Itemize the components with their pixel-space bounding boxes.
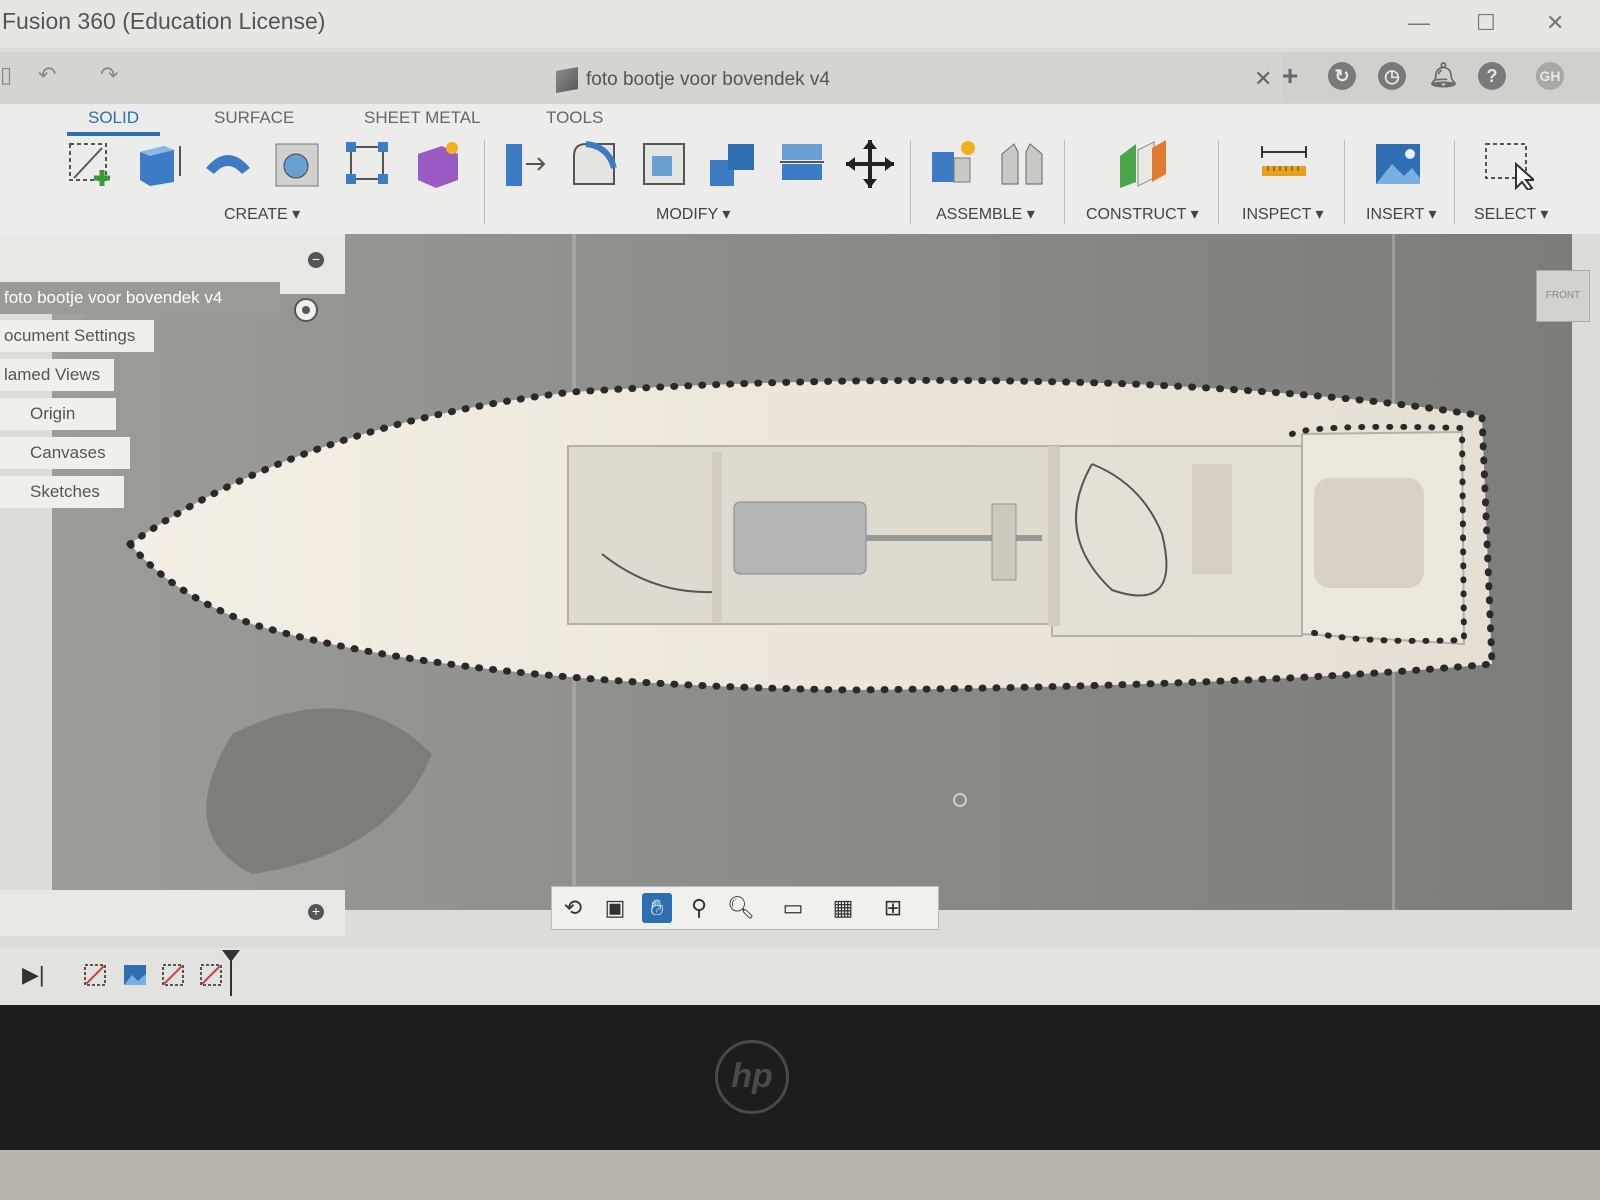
insert-menu[interactable]: INSERT ▾ [1366,204,1437,224]
separator [1344,140,1345,224]
history-icon[interactable]: ◷ [1378,62,1406,90]
browser-item-origin[interactable]: Origin [0,398,116,430]
separator [1454,140,1455,224]
pan-icon[interactable]: ✋︎ [642,893,672,923]
minimize-button[interactable]: — [1408,10,1430,36]
offset-plane-icon[interactable] [1116,138,1168,190]
create-form-icon[interactable] [412,138,464,190]
view-cube[interactable]: FRONT [1536,270,1590,322]
save-icon[interactable]: ▯ [0,62,12,88]
boat-canvas-image [52,234,1496,910]
viewports-icon[interactable]: ⊞ [878,893,908,923]
timeline-canvas-icon[interactable] [122,962,148,988]
timeline-sketch-icon[interactable] [82,962,108,988]
timeline: ▶| [0,948,1600,1005]
grid-snaps-icon[interactable]: ▦ [828,893,858,923]
top-right-icons: + ↻ ◷ 🔔︎ ? GH [1282,52,1600,102]
canvas-viewport[interactable] [52,234,1572,910]
separator [484,140,485,224]
help-icon[interactable]: ? [1478,62,1506,90]
timeline-end-icon[interactable]: ▶| [22,962,45,988]
look-at-icon[interactable]: ▣ [600,893,630,923]
inspect-menu[interactable]: INSPECT ▾ [1242,204,1324,224]
user-avatar[interactable]: GH [1536,62,1564,90]
browser-root-node[interactable]: foto bootje voor bovendek v4 [0,282,280,314]
comments-panel: + [0,890,345,936]
browser-item-document-settings[interactable]: ocument Settings [0,320,154,352]
insert-canvas-icon[interactable] [1372,138,1424,190]
assemble-menu[interactable]: ASSEMBLE ▾ [936,204,1035,224]
fit-icon[interactable]: 🔍︎ [726,893,756,923]
browser-item-canvases[interactable]: Canvases [0,437,130,469]
timeline-sketch-icon[interactable] [198,962,224,988]
tab-solid[interactable]: SOLID [88,108,139,128]
modify-menu[interactable]: MODIFY ▾ [656,204,730,224]
job-status-icon[interactable]: ↻ [1328,62,1356,90]
pattern-icon[interactable] [342,138,394,190]
screen: Fusion 360 (Education License) — ☐ ✕ ▯ ↶… [0,0,1600,1005]
browser-item-named-views[interactable]: lamed Views [0,359,114,391]
construct-menu[interactable]: CONSTRUCT ▾ [1086,204,1199,224]
extrude-icon[interactable] [134,138,186,190]
document-tab-title: foto bootje voor bovendek v4 [586,69,831,90]
notifications-icon[interactable]: 🔔︎ [1428,62,1458,90]
laptop-base [0,1150,1600,1200]
separator [1218,140,1219,224]
maximize-button[interactable]: ☐ [1476,10,1496,36]
close-tab-icon[interactable]: ✕ [1254,66,1272,92]
create-sketch-icon[interactable] [64,138,116,190]
zoom-icon[interactable]: ⚲ [684,893,714,923]
collapse-browser-icon[interactable]: − [308,252,324,268]
press-pull-icon[interactable] [498,138,550,190]
title-bar: Fusion 360 (Education License) — ☐ ✕ [0,0,1600,48]
expand-comments-icon[interactable]: + [308,904,324,920]
activate-component-icon[interactable] [294,298,318,322]
new-component-icon[interactable] [928,138,980,190]
create-menu[interactable]: CREATE ▾ [224,204,300,224]
document-tab[interactable]: foto bootje voor bovendek v4 [556,60,830,100]
hole-icon[interactable] [272,138,324,190]
joint-icon[interactable] [996,138,1048,190]
document-cube-icon [556,67,578,93]
timeline-marker[interactable] [222,948,240,996]
tab-sheet-metal[interactable]: SHEET METAL [364,108,481,128]
navigation-bar: ⟲ ▣ ✋︎ ⚲ 🔍︎ ▭ ▦ ⊞ [551,886,939,930]
measure-icon[interactable] [1258,138,1310,190]
move-copy-icon[interactable] [844,138,896,190]
new-tab-icon[interactable]: + [1276,62,1304,90]
shell-icon[interactable] [638,138,690,190]
display-settings-icon[interactable]: ▭ [778,893,808,923]
separator [1064,140,1065,224]
browser-item-sketches[interactable]: Sketches [0,476,124,508]
select-menu[interactable]: SELECT ▾ [1474,204,1548,224]
revolve-icon[interactable] [202,138,254,190]
tab-tools[interactable]: TOOLS [546,108,603,128]
orbit-icon[interactable]: ⟲ [558,893,588,923]
hp-logo: hp [715,1040,789,1114]
redo-icon[interactable]: ↷ [100,62,118,88]
close-window-button[interactable]: ✕ [1546,10,1564,36]
split-body-icon[interactable] [776,138,828,190]
toolbar-ribbon: SOLID SURFACE SHEET METAL TOOLS CREATE ▾… [0,104,1600,234]
select-icon[interactable] [1482,138,1534,190]
tab-surface[interactable]: SURFACE [214,108,294,128]
undo-icon[interactable]: ↶ [38,62,56,88]
active-tab-indicator [67,132,160,136]
fillet-icon[interactable] [568,138,620,190]
timeline-sketch-icon[interactable] [160,962,186,988]
combine-icon[interactable] [706,138,758,190]
window-title: Fusion 360 (Education License) [2,8,326,34]
separator [910,140,911,224]
